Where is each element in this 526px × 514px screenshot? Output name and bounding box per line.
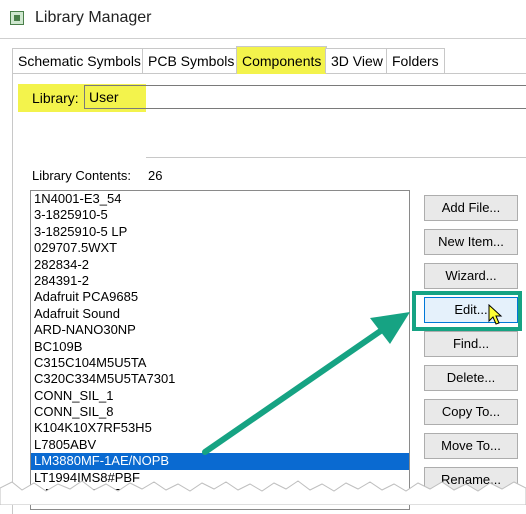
- annotation-arrow: [202, 312, 410, 455]
- mouse-cursor-icon: [488, 304, 503, 325]
- torn-edge: [0, 480, 526, 505]
